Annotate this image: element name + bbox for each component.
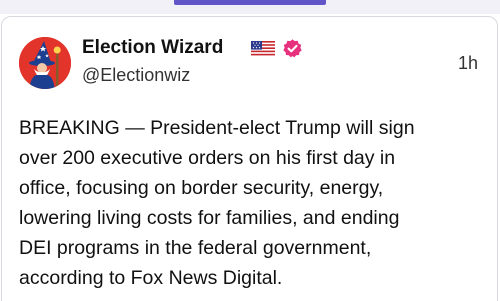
us-flag-icon bbox=[251, 41, 275, 57]
wizard-avatar-icon bbox=[19, 37, 71, 89]
post-text-line: over 200 executive orders on his first d… bbox=[19, 147, 396, 169]
author-avatar[interactable] bbox=[19, 37, 71, 89]
post-text-line: DEI programs in the federal government, bbox=[19, 237, 372, 259]
author-display-name[interactable]: Election Wizard bbox=[82, 36, 223, 60]
post-text-line: lowering living costs for families, and … bbox=[19, 207, 400, 229]
app-frame: Election Wizard @Electionwiz 1h BREAKING… bbox=[0, 0, 500, 301]
post-text-line: BREAKING — President-elect Trump will si… bbox=[19, 117, 415, 139]
post-text-line: office, focusing on border security, ene… bbox=[19, 177, 384, 199]
author-handle[interactable]: @Electionwiz bbox=[82, 64, 190, 86]
post-text: BREAKING — President-elect Trump will si… bbox=[19, 113, 484, 293]
active-tab-indicator[interactable] bbox=[174, 0, 326, 5]
verified-badge-icon bbox=[283, 39, 302, 58]
post-text-line: according to Fox News Digital. bbox=[19, 267, 283, 289]
post-timestamp[interactable]: 1h bbox=[458, 52, 478, 74]
